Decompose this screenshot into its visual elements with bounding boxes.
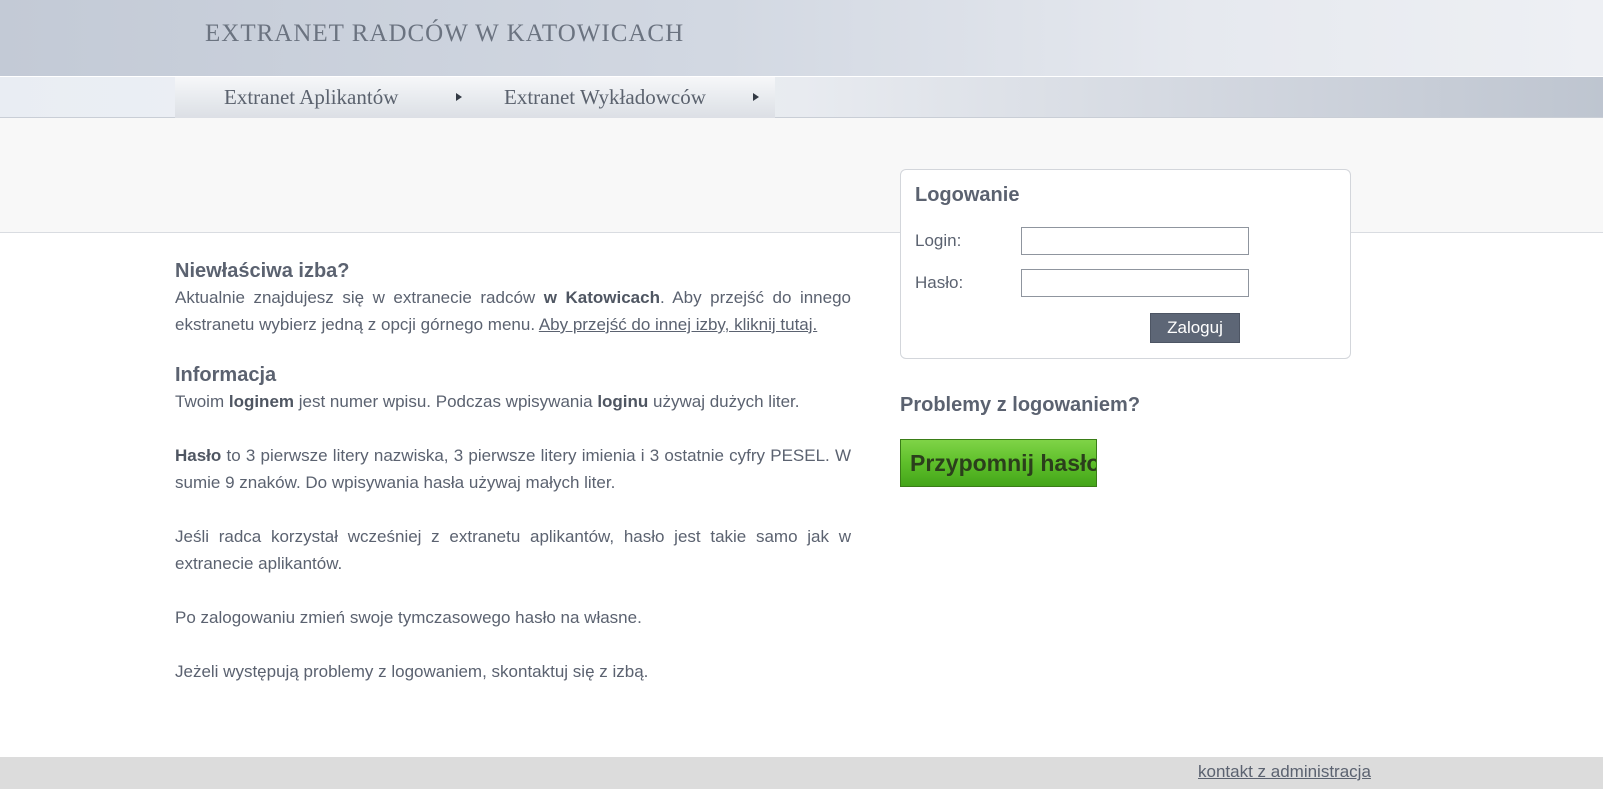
remind-password-button[interactable]: Przypomnij hasło [900,439,1097,487]
info-title: Informacja [175,364,277,386]
site-title: EXTRANET RADCÓW W KATOWICACH [205,20,685,47]
banner-area [0,118,1603,233]
info-password-paragraph: Hasło to 3 pierwsze litery nazwiska, 3 p… [175,442,851,496]
wrong-chamber-text: Aktualnie znajdujesz się w extranecie ra… [175,284,851,338]
login-input[interactable] [1021,227,1249,255]
login-label: Login: [915,231,962,250]
info-login-paragraph: Twoim loginem jest numer wpisu. Podczas … [175,388,851,415]
triangle-right-icon [456,93,462,101]
text-fragment: Aktualnie znajdujesz się w extranecie ra… [175,288,544,307]
header: EXTRANET RADCÓW W KATOWICACH [0,0,1603,76]
password-label: Hasło: [915,273,964,292]
text-fragment: używaj dużych liter. [648,392,800,411]
other-chamber-link[interactable]: Aby przejść do innej izby, kliknij tutaj… [539,315,817,334]
text-fragment: Twoim [175,392,229,411]
contact-admin-link[interactable]: kontakt z administracja [1198,762,1371,782]
login-problems-title: Problemy z logowaniem? [900,394,1141,416]
footer: kontakt z administracja [0,757,1603,789]
nav-item-label: Extranet Aplikantów [224,85,399,109]
text-bold: Hasło [175,446,222,465]
text-fragment: jest numer wpisu. Podczas wpisywania [294,392,598,411]
wrong-chamber-title: Niewłaściwa izba? [175,260,350,282]
info-applicants-paragraph: Jeśli radca korzystał wcześniej z extran… [175,527,851,573]
password-input[interactable] [1021,269,1249,297]
text-bold: loginem [228,392,295,411]
nav-item-extranet-aplikantow[interactable]: Extranet Aplikantów [175,77,490,118]
main-content: Niewłaściwa izba? Aktualnie znajdujesz s… [175,258,851,685]
info-contact-paragraph: Jeżeli występują problemy z logowaniem, … [175,662,649,681]
wrong-chamber-section: Niewłaściwa izba? Aktualnie znajdujesz s… [175,258,851,338]
nav-menu: Extranet Aplikantów Extranet Wykładowców [175,77,775,118]
nav-item-label: Extranet Wykładowców [504,85,706,109]
city-highlight: w Katowicach [543,288,660,307]
info-section: Informacja Twoim loginem jest numer wpis… [175,362,851,685]
login-button[interactable]: Zaloguj [1150,313,1240,343]
info-change-password-paragraph: Po zalogowaniu zmień swoje tymczasowego … [175,608,642,627]
text-fragment: to 3 pierwsze litery nazwiska, 3 pierwsz… [175,446,851,492]
text-bold: loginu [597,392,649,411]
navbar: Extranet Aplikantów Extranet Wykładowców [0,76,1603,118]
login-panel: Logowanie Login: Hasło: Zaloguj [900,169,1351,359]
triangle-right-icon [753,93,759,101]
login-title: Logowanie [915,184,1020,206]
nav-item-extranet-wykladowcow[interactable]: Extranet Wykładowców [490,77,775,118]
